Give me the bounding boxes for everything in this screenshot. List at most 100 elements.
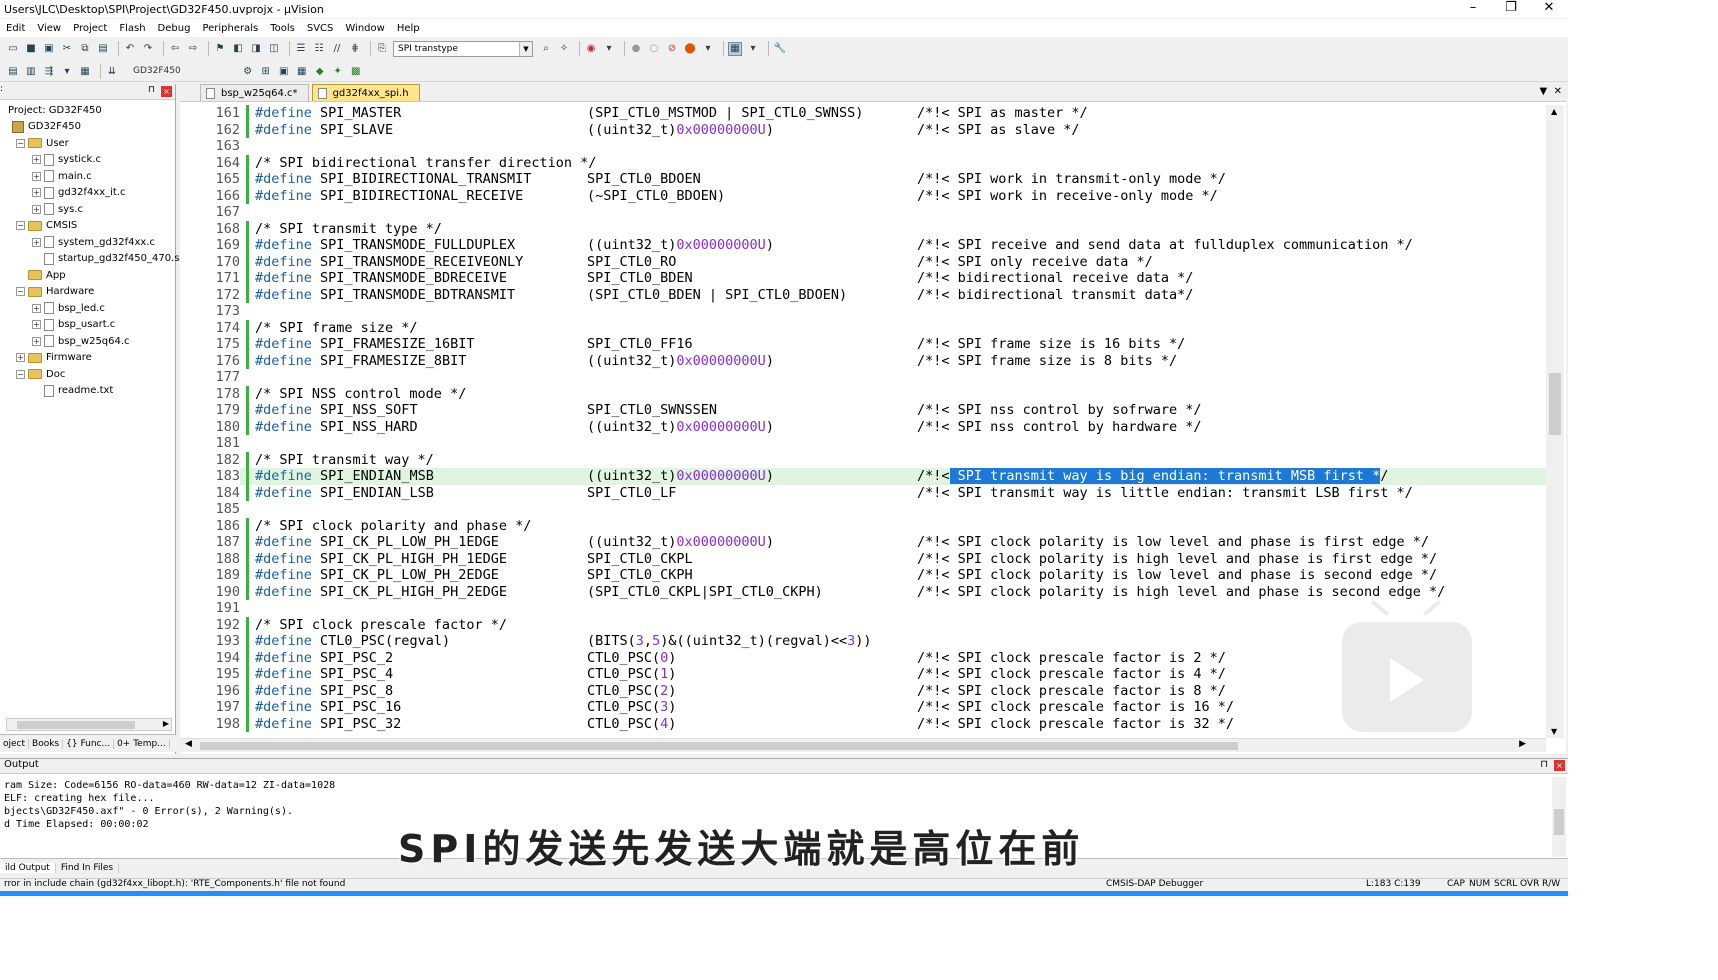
code-line[interactable]: 180 #define SPI_NSS_HARD ((uint32_t)0x0000… [180, 418, 1546, 435]
scroll-right-arrow-icon[interactable]: ▶ [1519, 739, 1526, 749]
scroll-down-arrow-icon[interactable]: ▼ [1551, 727, 1557, 736]
code-line[interactable]: 161 #define SPI_MASTER (SPI_CTL0_MSTMOD | … [180, 105, 1546, 122]
comment-icon[interactable]: // [330, 42, 344, 56]
disable-breakpoint-icon[interactable]: ○ [647, 42, 661, 56]
save-all-icon[interactable]: ▣ [42, 42, 56, 56]
tree-item-folder[interactable]: − User [16, 135, 69, 151]
configure-icon[interactable]: 🔧 [773, 42, 787, 56]
menu-item-view[interactable]: View [37, 23, 61, 34]
code-line[interactable]: 164 /* SPI bidirectional transfer directi… [180, 154, 1546, 171]
expand-icon[interactable]: + [32, 336, 41, 346]
code-line[interactable]: 188 #define SPI_CK_PL_HIGH_PH_1EDGE SPI_CT… [180, 550, 1546, 567]
code-line[interactable]: 184 #define SPI_ENDIAN_LSB SPI_CTL0_LF /*!<… [180, 484, 1546, 501]
find-icon[interactable]: ✧ [557, 42, 571, 56]
menu-item-window[interactable]: Window [345, 23, 384, 34]
code-line[interactable]: 168 /* SPI transmit type */ [180, 220, 1546, 237]
code-line[interactable]: 190 #define SPI_CK_PL_HIGH_PH_2EDGE (SPI_C… [180, 583, 1546, 600]
code-line[interactable]: 174 /* SPI frame size */ [180, 319, 1546, 336]
chevron-down-icon[interactable]: ▼ [519, 41, 532, 56]
project-tab[interactable]: oject [0, 738, 30, 749]
menu-item-peripherals[interactable]: Peripherals [202, 23, 258, 34]
expand-icon[interactable]: + [32, 303, 41, 313]
expand-icon[interactable]: + [32, 320, 41, 329]
close-tab-icon[interactable]: ✕ [1554, 86, 1562, 97]
incremental-find-icon[interactable]: ⌕ [539, 42, 553, 56]
tree-item-file[interactable]: + systick.c [32, 152, 101, 168]
pin-icon[interactable]: ⊓ [148, 85, 155, 95]
code-line[interactable]: 179 #define SPI_NSS_SOFT SPI_CTL0_SWNSSEN /… [180, 402, 1546, 419]
tree-item-folder[interactable]: + Firmware [16, 350, 92, 366]
dropdown-arrow-icon[interactable]: ▾ [701, 42, 715, 56]
code-line[interactable]: 185 [180, 501, 1546, 518]
scroll-left-arrow-icon[interactable]: ◀ [185, 739, 192, 749]
scroll-right-arrow-icon[interactable]: ▶ [163, 719, 169, 728]
text-selection[interactable]: SPI transmit way is big endian: transmit… [949, 468, 1381, 484]
uncomment-icon[interactable]: ⋕ [348, 42, 362, 56]
nav-forward-icon[interactable]: ⇨ [186, 42, 200, 56]
tree-item-file[interactable]: +startup_gd32f450_470.s [32, 251, 179, 267]
editor-tab[interactable]: bsp_w25q64.c* [200, 84, 309, 101]
code-line[interactable]: 181 [180, 435, 1546, 452]
new-file-icon[interactable]: ▭ [6, 42, 20, 56]
code-line[interactable]: 169 #define SPI_TRANSMODE_FULLDUPLEX ((uin… [180, 237, 1546, 254]
tree-item-file[interactable]: + system_gd32f4xx.c [32, 234, 155, 250]
collapse-icon[interactable]: − [16, 221, 25, 230]
select-pack-icon[interactable]: ▦ [295, 64, 309, 78]
save-icon[interactable]: ■ [24, 42, 38, 56]
redo-icon[interactable]: ↷ [141, 42, 155, 56]
file-extensions-icon[interactable]: ⊞ [259, 64, 273, 78]
editor-vscroll[interactable]: ▲ ▼ [1546, 105, 1564, 738]
dropdown-arrow-icon[interactable]: ▾ [746, 42, 760, 56]
scroll-thumb[interactable] [1554, 809, 1564, 835]
output-tab[interactable]: ild Output [0, 862, 56, 873]
menu-item-edit[interactable]: Edit [6, 23, 25, 34]
tree-item-file[interactable]: + bsp_w25q64.c [32, 333, 130, 349]
code-line[interactable]: 178 /* SPI NSS control mode */ [180, 385, 1546, 402]
project-tab[interactable]: {} Func... [63, 738, 115, 749]
tree-item-file[interactable]: + bsp_usart.c [32, 317, 115, 333]
dropdown-arrow-icon[interactable]: ▾ [60, 64, 74, 78]
download-icon[interactable]: ⇊ [105, 64, 119, 78]
code-line[interactable]: 198 #define SPI_PSC_32 CTL0_PSC(4) /*!< SPI… [180, 715, 1546, 732]
find-in-files-icon[interactable]: ⎘ [375, 42, 389, 56]
code-line[interactable]: 177 [180, 369, 1546, 386]
code-line[interactable]: 163 [180, 138, 1546, 155]
maximize-button[interactable]: ❐ [1492, 0, 1530, 16]
tree-item-file[interactable]: + bsp_led.c [32, 300, 105, 316]
target-select[interactable]: GD32F450 [133, 66, 181, 76]
unindent-icon[interactable]: ☷ [312, 42, 326, 56]
rte-green-icon[interactable]: ◆ [313, 64, 327, 78]
dropdown-arrow-icon[interactable]: ▾ [602, 42, 616, 56]
expand-icon[interactable]: + [32, 171, 41, 181]
tree-item-file[interactable]: +readme.txt [32, 383, 113, 399]
project-tab[interactable]: Books [29, 738, 64, 749]
copy-icon[interactable]: ⧉ [78, 42, 92, 56]
indent-icon[interactable]: ☰ [294, 42, 308, 56]
pin-icon[interactable]: ⊓ [1540, 759, 1548, 770]
code-line[interactable]: 175 #define SPI_FRAMESIZE_16BIT SPI_CTL0_F… [180, 336, 1546, 353]
tree-item-file[interactable]: + sys.c [32, 201, 83, 217]
prev-bookmark-icon[interactable]: ◧ [231, 42, 245, 56]
code-line[interactable]: 183 #define SPI_ENDIAN_MSB ((uint32_t)0x00… [180, 468, 1546, 485]
breakpoint-icon[interactable]: ● [629, 42, 643, 56]
editor-hscroll[interactable]: ◀ ▶ [180, 738, 1546, 752]
expand-icon[interactable]: + [32, 204, 41, 214]
window-layout-icon[interactable]: ▦ [728, 41, 742, 56]
code-line[interactable]: 187 #define SPI_CK_PL_LOW_PH_1EDGE ((uint3… [180, 534, 1546, 551]
menu-item-help[interactable]: Help [397, 23, 420, 34]
code-line[interactable]: 173 [180, 303, 1546, 320]
code-line[interactable]: 182 /* SPI transmit way */ [180, 451, 1546, 468]
component-icon[interactable]: ▩ [349, 64, 363, 78]
editor-tab[interactable]: gd32f4xx_spi.h [311, 84, 420, 101]
scroll-thumb[interactable] [1549, 373, 1561, 435]
bookmark-icon[interactable]: ⚑ [213, 42, 227, 56]
video-play-button[interactable] [1342, 600, 1472, 732]
code-line[interactable]: 165 #define SPI_BIDIRECTIONAL_TRANSMIT SPI… [180, 171, 1546, 188]
close-button[interactable]: ✕ [1530, 0, 1568, 16]
kill-all-breakpoints-icon[interactable]: ⬤ [683, 42, 697, 56]
batch-build-icon[interactable]: ▦ [78, 64, 92, 78]
cut-icon[interactable]: ✂ [60, 42, 74, 56]
project-hscroll[interactable]: ▶ [6, 718, 172, 731]
code-line[interactable]: 191 [180, 600, 1546, 617]
translate-icon[interactable]: ▤ [6, 64, 20, 78]
